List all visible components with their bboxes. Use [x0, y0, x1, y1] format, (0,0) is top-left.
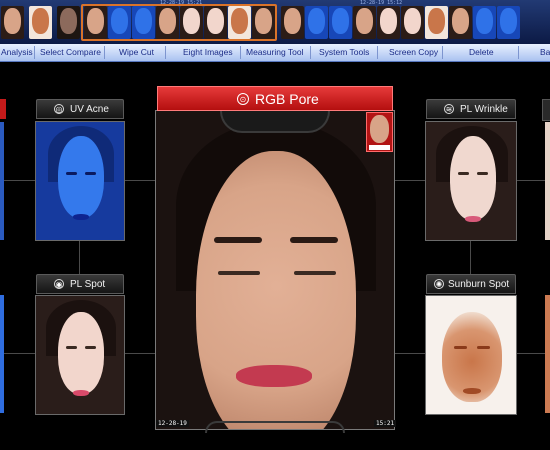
sunburn-spot-title: Sunburn Spot: [448, 279, 510, 290]
thumbnail-face: [476, 8, 493, 34]
sunburn-spot-image[interactable]: [425, 295, 517, 415]
mini-preview-thumbnail[interactable]: [366, 112, 393, 152]
spot-icon: ◉: [54, 279, 64, 289]
toolbar-separator: [518, 46, 519, 59]
face-thumbnail[interactable]: [57, 6, 80, 39]
delete-button[interactable]: Delete: [469, 47, 494, 57]
pl-spot-label: ◉ PL Spot: [36, 274, 124, 294]
back-button[interactable]: Ba: [540, 47, 550, 57]
face-thumbnail[interactable]: [305, 6, 328, 39]
face-thumbnail[interactable]: [473, 6, 496, 39]
uv-acne-label: ◎ UV Acne: [36, 99, 124, 119]
analysis-button[interactable]: Analysis: [1, 47, 33, 57]
acne-icon: ◎: [54, 104, 64, 114]
thumbnail-face: [284, 8, 301, 34]
toolbar-separator: [377, 46, 378, 59]
measuring-tool-button[interactable]: Measuring Tool: [246, 47, 304, 57]
partial-panel-image[interactable]: [0, 295, 4, 413]
face-thumbnail[interactable]: [353, 6, 376, 39]
toolbar-separator: [240, 46, 241, 59]
capture-date: 12-28-19: [156, 420, 189, 427]
partial-panel-label: [0, 99, 6, 119]
pl-wrinkle-label: ≋ PL Wrinkle: [426, 99, 516, 119]
thumbnail-face: [404, 8, 421, 34]
thumbnail-face: [308, 8, 325, 34]
thumbnail-face: [332, 8, 349, 34]
camera-ring-bottom: [205, 421, 345, 433]
pl-spot-title: PL Spot: [70, 279, 106, 290]
face-thumbnail[interactable]: [449, 6, 472, 39]
partial-panel-image[interactable]: [545, 122, 550, 240]
toolbar-separator: [165, 46, 166, 59]
pl-wrinkle-image[interactable]: [425, 121, 517, 241]
toolbar-separator: [442, 46, 443, 59]
rgb-pore-label: ⊙ RGB Pore: [157, 86, 393, 111]
mini-preview-face: [370, 115, 389, 143]
toolbar-separator: [104, 46, 105, 59]
face-thumbnail[interactable]: [377, 6, 400, 39]
capture-time: 15:21: [374, 420, 397, 427]
uv-acne-title: UV Acne: [70, 104, 109, 115]
screen-copy-button[interactable]: Screen Copy: [389, 47, 438, 57]
select-compare-button[interactable]: Select Compare: [40, 47, 101, 57]
thumbnail-face: [32, 8, 49, 34]
selected-thumbnail-group: [81, 4, 277, 41]
uv-acne-image[interactable]: [35, 121, 125, 241]
thumbnail-strip[interactable]: 12-28-19 15:21 12-28-19 15:12: [0, 0, 550, 44]
face-thumbnail[interactable]: [1, 6, 24, 39]
toolbar: Analysis Select Compare Wipe Cut Eight I…: [0, 44, 550, 62]
face-thumbnail[interactable]: [401, 6, 424, 39]
thumbnail-face: [4, 8, 21, 34]
face-thumbnail[interactable]: [29, 6, 52, 39]
sunburn-spot-label: ✺ Sunburn Spot: [426, 274, 516, 294]
thumbnail-timestamp: 12-28-19 15:12: [360, 0, 403, 6]
face-thumbnail[interactable]: [497, 6, 520, 39]
partial-panel-image[interactable]: [545, 295, 550, 413]
thumbnail-face: [428, 8, 445, 34]
thumbnail-face: [500, 8, 517, 34]
connector-line: [79, 240, 80, 274]
thumbnail-face: [356, 8, 373, 34]
rgb-pore-title: RGB Pore: [255, 91, 319, 107]
thumbnail-face: [60, 8, 77, 34]
pl-wrinkle-title: PL Wrinkle: [460, 104, 508, 115]
system-tools-button[interactable]: System Tools: [319, 47, 369, 57]
wrinkle-icon: ≋: [444, 104, 454, 114]
face-thumbnail[interactable]: [281, 6, 304, 39]
face-thumbnail[interactable]: [425, 6, 448, 39]
toolbar-separator: [310, 46, 311, 59]
face-thumbnail[interactable]: [329, 6, 352, 39]
partial-panel-image[interactable]: [0, 122, 4, 240]
connector-line: [470, 240, 471, 274]
toolbar-separator: [34, 46, 35, 59]
wipe-cut-button[interactable]: Wipe Cut: [119, 47, 154, 57]
partial-panel-label: [542, 99, 550, 121]
pore-icon: ⊙: [237, 93, 249, 105]
sunburn-icon: ✺: [434, 279, 444, 289]
pl-spot-image[interactable]: [35, 295, 125, 415]
thumbnail-face: [380, 8, 397, 34]
rgb-pore-image[interactable]: [155, 110, 395, 430]
thumbnail-face: [452, 8, 469, 34]
eight-images-button[interactable]: Eight Images: [183, 47, 233, 57]
camera-ring-top: [220, 111, 330, 133]
mini-preview-bar: [369, 145, 390, 150]
